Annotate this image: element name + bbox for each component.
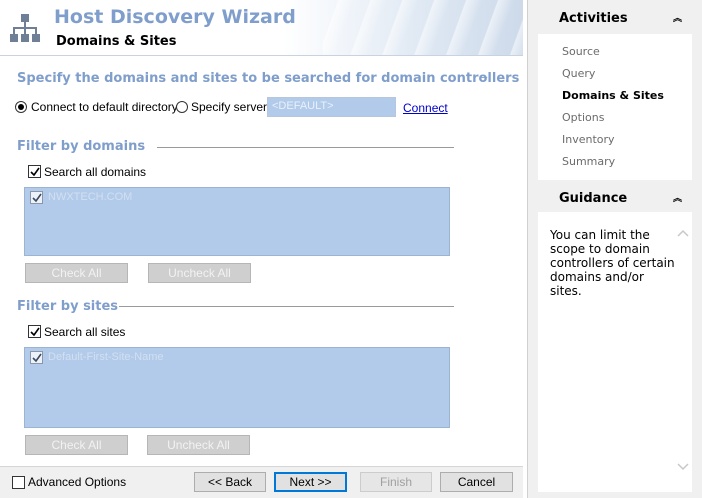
- guidance-line: scope to domain: [550, 242, 650, 256]
- guidance-line: You can limit the: [550, 228, 650, 242]
- back-button[interactable]: << Back: [194, 472, 266, 492]
- instruction-heading: Specify the domains and sites to be sear…: [17, 71, 520, 86]
- sites-uncheck-all-button[interactable]: Uncheck All: [147, 435, 250, 455]
- guidance-text: You can limit the scope to domain contro…: [550, 228, 675, 298]
- connect-default-label[interactable]: Connect to default directory: [31, 100, 178, 114]
- specify-server-radio[interactable]: [176, 101, 188, 113]
- sites-divider: [119, 306, 454, 307]
- guidance-heading: Guidance: [559, 191, 628, 206]
- domains-heading: Filter by domains: [17, 139, 146, 154]
- domain-item-checkbox[interactable]: [30, 191, 43, 204]
- collapse-icon[interactable]: –: [480, 69, 487, 84]
- search-all-sites-label[interactable]: Search all sites: [44, 325, 125, 339]
- guidance-collapse-icon[interactable]: ︽: [673, 194, 682, 203]
- scroll-up-icon[interactable]: [677, 229, 689, 237]
- guidance-line: controllers of certain: [550, 256, 675, 270]
- wizard-step-title: Domains & Sites: [56, 34, 177, 49]
- site-item-checkbox[interactable]: [30, 351, 43, 364]
- network-hierarchy-icon: [10, 14, 40, 42]
- wizard-title: Host Discovery Wizard: [54, 6, 296, 28]
- advanced-options-label[interactable]: Advanced Options: [28, 475, 126, 489]
- connect-default-radio[interactable]: [15, 101, 27, 113]
- checkmark-icon: [30, 327, 40, 337]
- advanced-options-checkbox[interactable]: [12, 476, 25, 489]
- activities-collapse-icon[interactable]: ︽: [673, 14, 682, 23]
- next-button[interactable]: Next >>: [274, 472, 347, 492]
- finish-button[interactable]: Finish: [360, 472, 432, 492]
- sites-heading: Filter by sites: [17, 299, 119, 314]
- activities-heading: Activities: [559, 11, 628, 26]
- domains-check-all-button[interactable]: Check All: [25, 263, 128, 283]
- activity-item-query: Query: [562, 67, 596, 80]
- activity-item-options: Options: [562, 111, 605, 124]
- header-stripes: [323, 0, 523, 55]
- domains-divider: [157, 147, 454, 148]
- activity-item-summary: Summary: [562, 155, 616, 168]
- scroll-down-icon[interactable]: [677, 463, 689, 471]
- connect-link[interactable]: Connect: [403, 101, 448, 115]
- checkmark-icon: [30, 167, 40, 177]
- activity-item-domains-sites: Domains & Sites: [562, 89, 664, 102]
- sites-check-all-button[interactable]: Check All: [25, 435, 128, 455]
- guidance-line: sites.: [550, 284, 582, 298]
- checkmark-icon: [32, 353, 42, 363]
- site-item-label[interactable]: Default-First-Site-Name: [48, 351, 164, 363]
- search-all-domains-label[interactable]: Search all domains: [44, 165, 146, 179]
- domain-item-label[interactable]: NWXTECH.COM: [48, 191, 132, 203]
- domains-uncheck-all-button[interactable]: Uncheck All: [148, 263, 251, 283]
- server-input[interactable]: <DEFAULT>: [267, 97, 396, 117]
- checkmark-icon: [32, 193, 42, 203]
- activity-item-source: Source: [562, 45, 600, 58]
- search-all-sites-checkbox[interactable]: [28, 325, 41, 338]
- specify-server-label[interactable]: Specify server: [191, 100, 267, 114]
- activity-item-inventory: Inventory: [562, 133, 615, 146]
- guidance-line: domains and/or: [550, 270, 644, 284]
- search-all-domains-checkbox[interactable]: [28, 165, 41, 178]
- cancel-button[interactable]: Cancel: [440, 472, 513, 492]
